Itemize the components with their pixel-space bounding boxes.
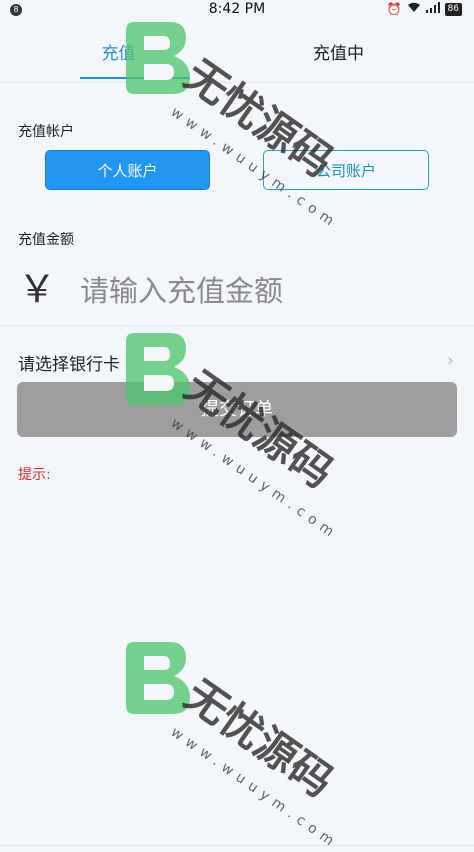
watermark: 无忧源码 www.wuuym.com: [112, 642, 372, 852]
hint-label: 提示:: [18, 467, 51, 483]
currency-symbol: ￥: [18, 267, 57, 311]
signal-icon: [425, 2, 440, 16]
watermark-text: 无忧源码: [176, 670, 342, 807]
bank-card-selector[interactable]: 请选择银行卡 ›: [0, 338, 474, 384]
bottom-divider: [0, 845, 474, 846]
tab-active-indicator: [80, 77, 190, 79]
wifi-icon: [407, 2, 421, 16]
battery-icon: 86: [444, 2, 462, 16]
watermark-logo-icon: 无忧源码 www.wuuym.com: [126, 642, 342, 852]
chevron-right-icon: ›: [446, 350, 454, 371]
submit-order-button[interactable]: 提交订单: [17, 382, 457, 437]
amount-label: 充值金额: [18, 232, 74, 248]
status-icons: ⏰ 86: [387, 2, 462, 16]
tab-recharge[interactable]: 充值: [0, 20, 237, 82]
bank-card-label: 请选择银行卡: [18, 355, 120, 375]
amount-input[interactable]: [80, 269, 450, 313]
tab-recharging[interactable]: 充值中: [220, 20, 457, 82]
watermark-url: www.wuuym.com: [168, 724, 342, 847]
amount-row: ￥: [0, 255, 474, 326]
tab-bar: 充值 充值中: [0, 20, 474, 83]
account-label: 充值帐户: [18, 124, 74, 140]
company-account-button[interactable]: 公司账户: [263, 150, 429, 190]
personal-account-button[interactable]: 个人账户: [45, 150, 210, 190]
status-bar: 8 8:42 PM ⏰ 86: [0, 0, 474, 20]
alarm-icon: ⏰: [386, 2, 402, 16]
